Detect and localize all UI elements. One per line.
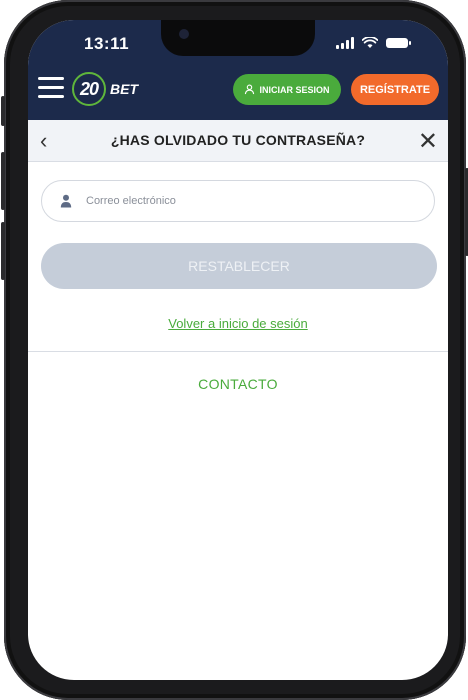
battery-icon [386,38,411,48]
email-field[interactable] [41,180,435,222]
login-button[interactable]: INICIAR SESION [233,74,341,105]
app-header: 13:11 20 BET INICIAR SESION REGÍSTRATE [28,20,448,120]
page-header: ‹ ¿HAS OLVIDADO TU CONTRASEÑA? ✕ [28,120,448,162]
status-time: 13:11 [84,34,130,53]
menu-icon[interactable] [38,77,64,99]
close-icon[interactable]: ✕ [418,127,438,156]
page-title: ¿HAS OLVIDADO TU CONTRASEÑA? [110,132,366,148]
login-label: INICIAR SESION [259,84,330,95]
logo[interactable]: 20 BET [72,72,138,106]
user-icon [245,84,255,95]
back-to-login-link[interactable]: Volver a inicio de sesión [28,316,448,331]
signal-icon [336,37,354,49]
logo-text: BET [110,81,138,97]
camera [179,29,189,39]
divider [28,351,448,352]
reset-button[interactable]: RESTABLECER [41,243,437,289]
wifi-icon [362,37,378,48]
screen: 13:11 20 BET INICIAR SESION REGÍSTRATE ‹… [28,20,448,680]
contact-link[interactable]: CONTACTO [28,376,448,392]
notch [161,20,315,56]
mute-switch [1,96,5,126]
status-icons [336,37,411,49]
volume-down-button [1,222,5,280]
user-icon [60,194,72,208]
email-input[interactable] [84,194,408,208]
volume-up-button [1,152,5,210]
phone-frame: 13:11 20 BET INICIAR SESION REGÍSTRATE ‹… [1,0,468,700]
logo-number: 20 [72,72,106,106]
register-button[interactable]: REGÍSTRATE [351,74,439,105]
